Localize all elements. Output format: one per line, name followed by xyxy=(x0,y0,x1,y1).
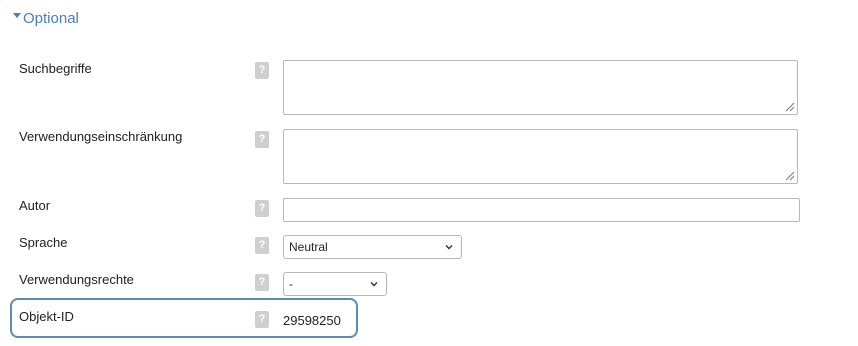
verwendungsrechte-label: Verwendungsrechte xyxy=(19,272,134,287)
help-icon[interactable]: ? xyxy=(255,274,269,291)
section-title: Optional xyxy=(23,9,79,27)
help-icon[interactable]: ? xyxy=(255,200,269,217)
resize-grip-icon[interactable] xyxy=(785,102,795,112)
verwendungsrechte-selected-value: - xyxy=(289,277,293,291)
objekt-id-label: Objekt-ID xyxy=(19,309,74,324)
verwendungseinschraenkung-label: Verwendungseinschränkung xyxy=(19,129,183,144)
chevron-down-icon xyxy=(445,245,453,250)
verwendungseinschraenkung-textarea[interactable] xyxy=(283,129,798,184)
resize-grip-icon[interactable] xyxy=(785,171,795,181)
sprache-select[interactable]: Neutral xyxy=(283,235,462,259)
autor-label: Autor xyxy=(19,198,51,213)
help-icon[interactable]: ? xyxy=(255,237,269,254)
chevron-down-icon xyxy=(370,282,378,287)
optional-metadata-panel: Optional Suchbegriffe ? Verwendungseinsc… xyxy=(0,0,858,346)
help-icon[interactable]: ? xyxy=(255,131,269,148)
autor-input[interactable] xyxy=(283,198,800,222)
optional-section-toggle[interactable]: Optional xyxy=(13,8,79,28)
sprache-selected-value: Neutral xyxy=(289,240,328,254)
help-icon[interactable]: ? xyxy=(255,311,269,328)
objekt-id-value: 29598250 xyxy=(283,313,341,328)
help-icon[interactable]: ? xyxy=(255,62,269,79)
suchbegriffe-textarea[interactable] xyxy=(283,60,798,115)
sprache-label: Sprache xyxy=(19,235,68,250)
caret-down-icon xyxy=(13,12,21,18)
suchbegriffe-label: Suchbegriffe xyxy=(19,61,92,76)
verwendungsrechte-select[interactable]: - xyxy=(283,272,387,296)
